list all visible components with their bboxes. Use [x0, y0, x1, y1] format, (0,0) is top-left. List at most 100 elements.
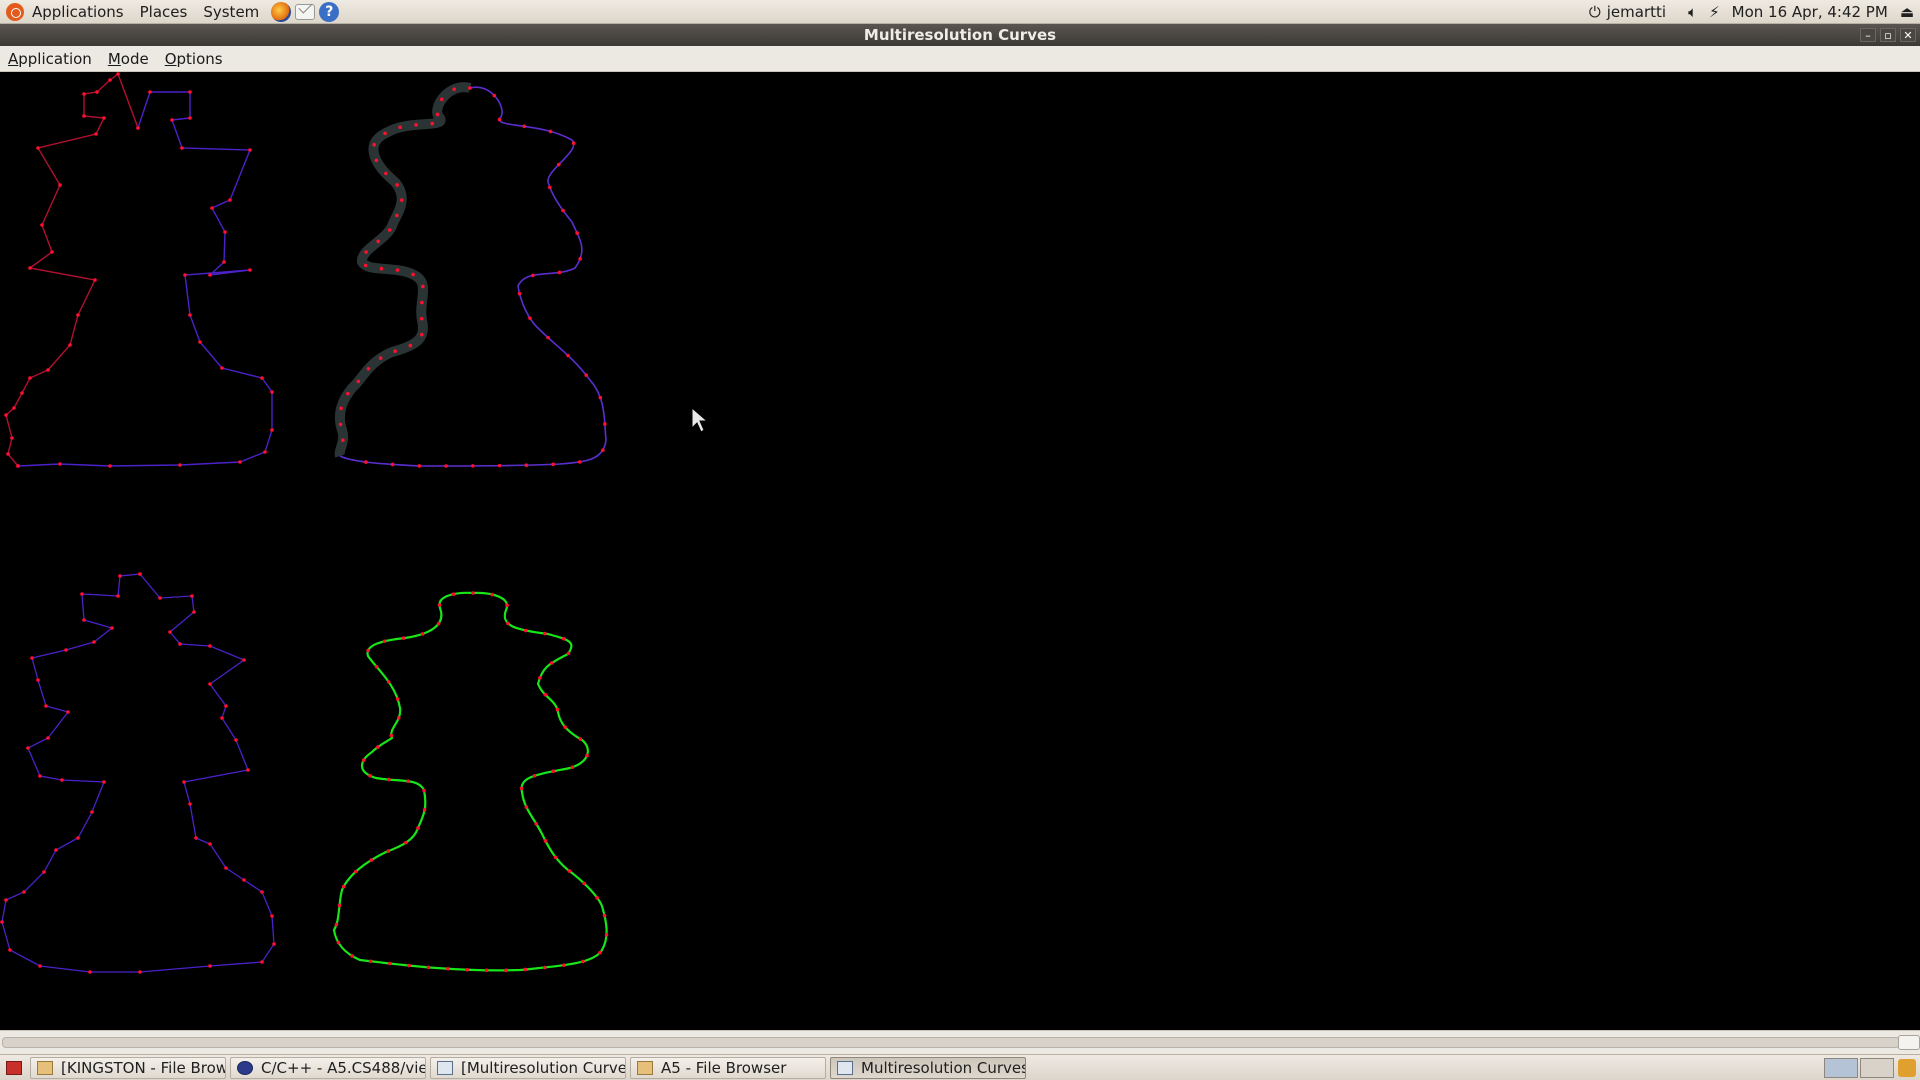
control-point[interactable] [136, 126, 140, 130]
control-point[interactable] [118, 574, 122, 578]
control-point[interactable] [497, 463, 502, 468]
control-point[interactable] [388, 961, 392, 966]
control-point[interactable] [366, 648, 370, 653]
control-point[interactable] [88, 970, 92, 974]
volume-icon[interactable]: 🔈︎ [1672, 3, 1703, 21]
control-point[interactable] [452, 87, 456, 92]
control-point[interactable] [490, 592, 495, 597]
control-point[interactable] [272, 942, 276, 946]
control-point[interactable] [584, 373, 589, 377]
control-point[interactable] [561, 636, 566, 641]
control-point[interactable] [208, 273, 212, 277]
clock[interactable]: Mon 16 Apr, 4:42 PM [1726, 3, 1894, 21]
control-point[interactable] [578, 737, 583, 741]
control-point[interactable] [76, 313, 80, 317]
control-point[interactable] [548, 185, 552, 190]
control-point[interactable] [604, 932, 609, 937]
control-point[interactable] [598, 395, 603, 400]
control-point[interactable] [46, 368, 50, 372]
menu-application[interactable]: Application [0, 50, 100, 68]
control-point[interactable] [108, 464, 112, 468]
task-kingston-file-browser[interactable]: [KINGSTON - File Brow... [30, 1056, 226, 1079]
system-menu[interactable]: System [195, 0, 267, 24]
control-point[interactable] [194, 836, 198, 840]
control-point[interactable] [20, 391, 24, 395]
control-point[interactable] [551, 462, 555, 467]
control-point[interactable] [571, 141, 576, 145]
control-point[interactable] [92, 640, 96, 644]
control-point[interactable] [575, 231, 579, 235]
control-point[interactable] [517, 291, 522, 296]
control-point[interactable] [378, 356, 383, 360]
control-point[interactable] [598, 950, 602, 955]
control-point[interactable] [595, 896, 599, 900]
control-point[interactable] [80, 592, 84, 596]
control-point[interactable] [338, 422, 343, 427]
control-point[interactable] [419, 316, 424, 321]
control-point[interactable] [430, 121, 435, 126]
control-point[interactable] [506, 621, 510, 626]
control-point[interactable] [374, 664, 379, 669]
task-a5-file-browser[interactable]: A5 - File Browser [630, 1056, 826, 1079]
control-point[interactable] [396, 716, 401, 720]
horizontal-scrollbar[interactable] [2, 1037, 1900, 1048]
control-point[interactable] [110, 626, 114, 630]
control-point[interactable] [82, 618, 86, 622]
control-point[interactable] [543, 692, 548, 697]
control-point[interactable] [524, 463, 529, 468]
show-desktop-icon[interactable] [6, 1060, 22, 1075]
control-point[interactable] [248, 148, 252, 152]
control-point[interactable] [76, 836, 80, 840]
control-point[interactable] [395, 268, 400, 272]
control-point[interactable] [439, 97, 444, 102]
control-point[interactable] [401, 636, 406, 640]
control-point[interactable] [395, 697, 400, 701]
control-point[interactable] [220, 716, 224, 720]
control-point[interactable] [523, 628, 528, 633]
control-point[interactable] [505, 603, 509, 608]
control-point[interactable] [471, 591, 475, 595]
drawing-canvas[interactable] [0, 72, 1920, 1030]
control-point[interactable] [566, 353, 570, 358]
control-point[interactable] [158, 596, 162, 600]
control-point[interactable] [188, 802, 192, 806]
control-point[interactable] [556, 162, 561, 167]
control-point[interactable] [553, 855, 558, 860]
workspace-1[interactable] [1824, 1057, 1858, 1078]
power-icon[interactable]: ⏻ [1583, 3, 1607, 21]
control-point[interactable] [60, 778, 64, 782]
control-point[interactable] [263, 450, 267, 454]
control-point[interactable] [178, 463, 182, 467]
task-multiresolution-curves-active[interactable]: Multiresolution Curves [830, 1056, 1026, 1079]
control-point[interactable] [444, 464, 448, 468]
control-point[interactable] [395, 213, 399, 218]
control-point[interactable] [364, 250, 368, 254]
control-point[interactable] [411, 272, 415, 277]
control-point[interactable] [504, 968, 508, 973]
control-point[interactable] [66, 710, 70, 714]
control-point[interactable] [8, 948, 12, 952]
control-point[interactable] [561, 208, 565, 213]
control-point[interactable] [421, 284, 425, 289]
workspace-2[interactable] [1860, 1057, 1894, 1078]
control-point[interactable] [246, 768, 250, 772]
control-point[interactable] [376, 239, 380, 244]
control-point[interactable] [220, 366, 224, 370]
control-point[interactable] [581, 959, 585, 964]
control-point[interactable] [519, 786, 524, 791]
scrollbar-thumb[interactable] [1898, 1035, 1920, 1050]
control-point[interactable] [36, 146, 40, 150]
control-point[interactable] [437, 603, 442, 607]
control-point[interactable] [531, 273, 535, 278]
control-point[interactable] [248, 268, 252, 272]
control-point[interactable] [58, 462, 62, 466]
network-icon[interactable]: ⚡︎ [1703, 3, 1726, 21]
control-point[interactable] [422, 788, 426, 793]
control-point[interactable] [180, 146, 184, 150]
control-point[interactable] [12, 406, 16, 410]
control-point[interactable] [224, 704, 228, 708]
control-point[interactable] [420, 300, 424, 305]
control-point[interactable] [260, 376, 264, 380]
control-point[interactable] [383, 131, 387, 136]
places-menu[interactable]: Places [132, 0, 196, 24]
